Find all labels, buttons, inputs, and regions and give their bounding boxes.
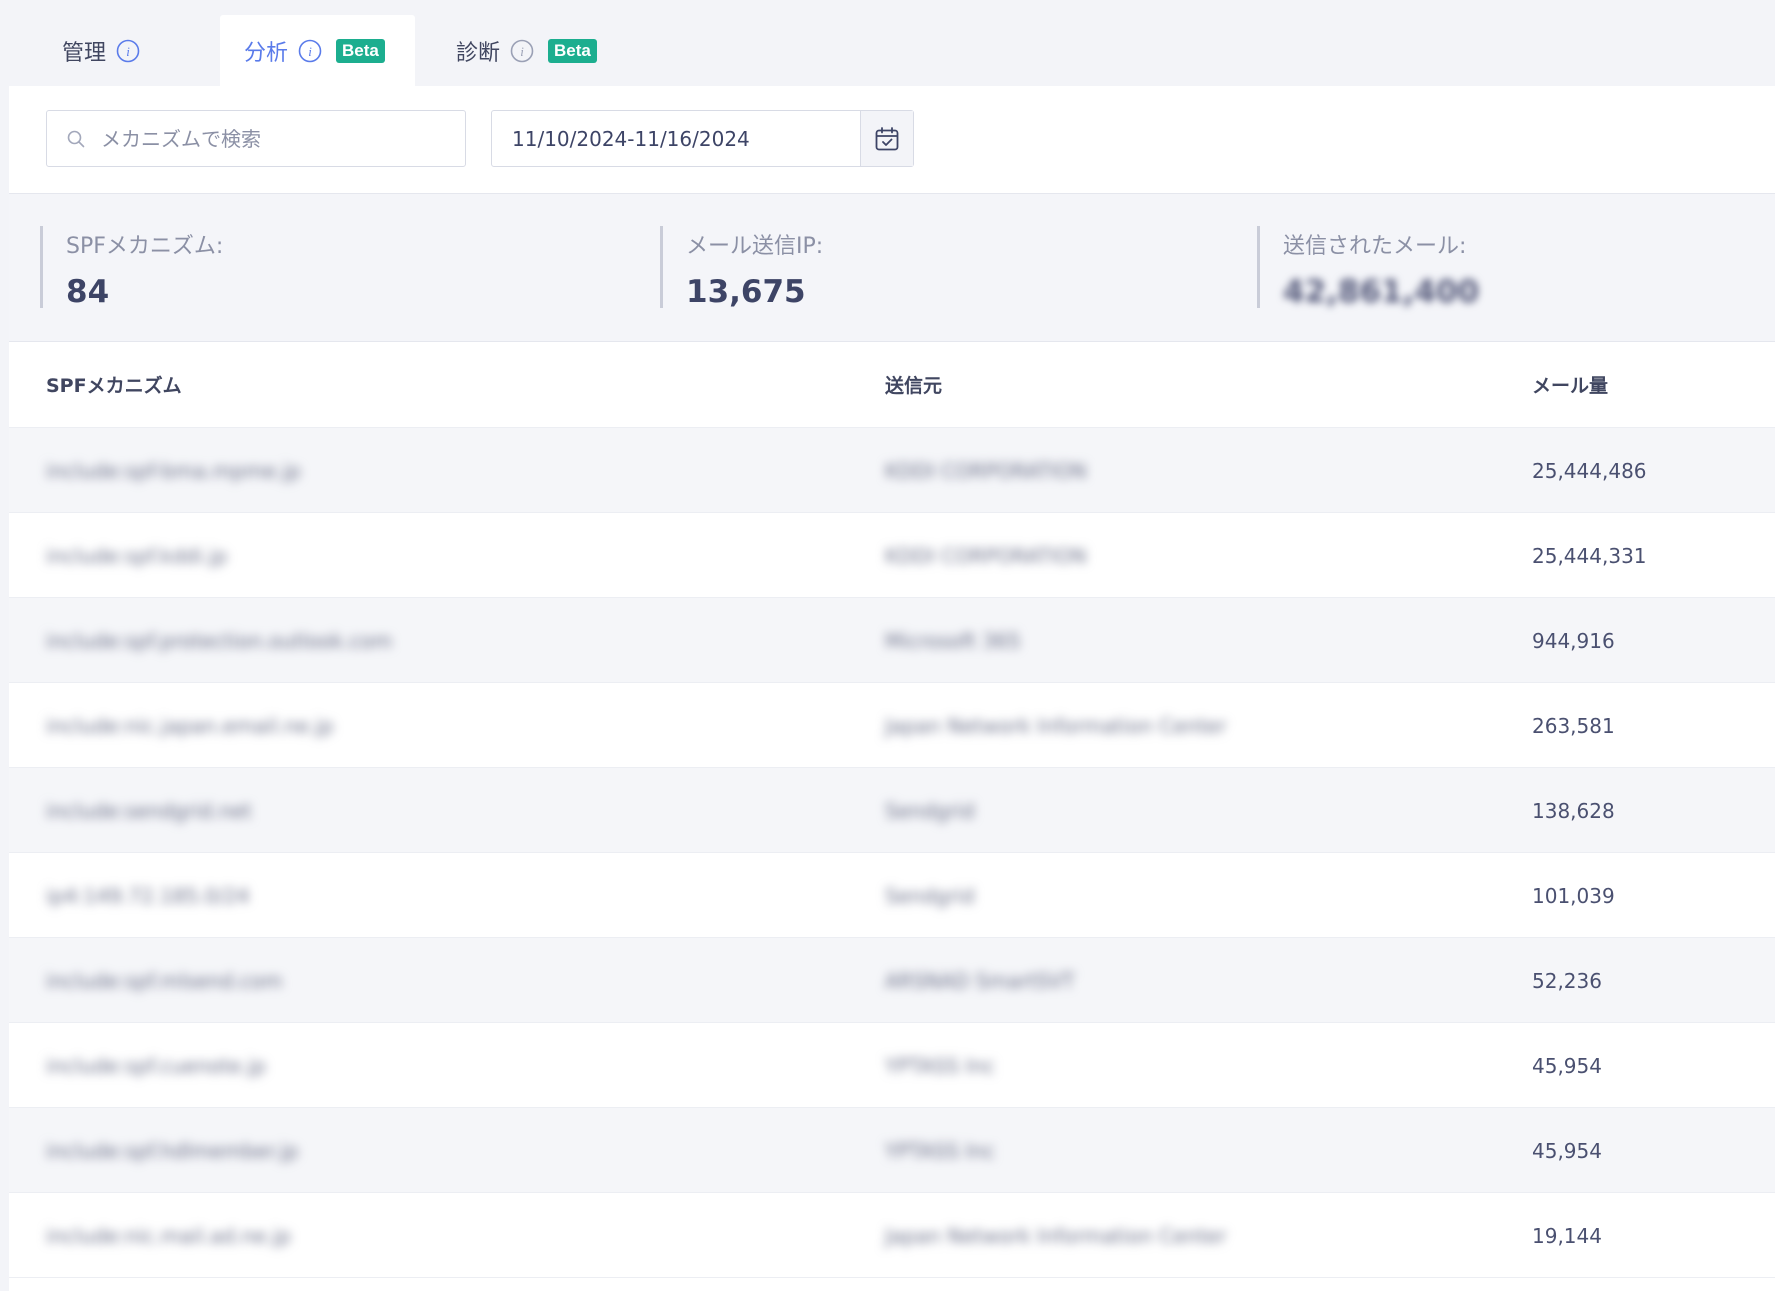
- table-row[interactable]: include:sendgrid.net Sendgrid 138,628: [9, 768, 1775, 853]
- stat-sending-ips: メール送信IP: 13,675: [660, 226, 1180, 310]
- sender-cell: Sendgrid: [885, 883, 975, 908]
- sender-cell: Japan Network Information Center: [885, 1223, 1227, 1248]
- info-icon[interactable]: i: [298, 39, 322, 63]
- sender-cell: Japan Network Information Center: [885, 713, 1227, 738]
- stat-value: 42,861,400: [1283, 274, 1480, 310]
- tab-diagnosis[interactable]: 診断 i Beta: [432, 15, 642, 86]
- mechanism-table: SPFメカニズム 送信元 メール量 include:spf-bma.mpme.j…: [9, 342, 1775, 1278]
- volume-cell: 52,236: [1532, 968, 1602, 993]
- tab-label: 管理: [62, 40, 107, 66]
- info-icon[interactable]: i: [510, 39, 534, 63]
- table-row[interactable]: ip4:149.72.185.0/24 Sendgrid 101,039: [9, 853, 1775, 938]
- mechanism-cell: include:spf.hdlmember.jp: [46, 1138, 299, 1163]
- date-range-picker[interactable]: 11/10/2024-11/16/2024: [491, 110, 914, 167]
- volume-cell: 138,628: [1532, 798, 1615, 823]
- mechanism-cell: include:spf.mlsend.com: [46, 968, 283, 993]
- summary-stats: SPFメカニズム: 84 メール送信IP: 13,675 送信されたメール: 4…: [9, 193, 1775, 342]
- table-row[interactable]: include:spf-bma.mpme.jp KDDI CORPORATION…: [9, 428, 1775, 513]
- table-row[interactable]: include:spf.hdlmember.jp YPTASS Inc 45,9…: [9, 1108, 1775, 1193]
- calendar-button[interactable]: [860, 111, 913, 166]
- stat-spf-mechanisms: SPFメカニズム: 84: [40, 226, 560, 310]
- beta-badge: Beta: [548, 38, 597, 63]
- stat-label: SPFメカニズム:: [66, 234, 224, 259]
- volume-cell: 45,954: [1532, 1053, 1602, 1078]
- table-row[interactable]: include:nic.mail.ad.ne.jp Japan Network …: [9, 1193, 1775, 1278]
- filter-bar: 11/10/2024-11/16/2024: [9, 86, 1775, 193]
- svg-text:i: i: [308, 44, 312, 59]
- analysis-panel: 11/10/2024-11/16/2024 SPFメカニズム: 84 メール送信…: [9, 86, 1775, 1291]
- mechanism-cell: include:spf.kddi.jp: [46, 543, 228, 568]
- calendar-icon: [875, 126, 899, 150]
- volume-cell: 45,954: [1532, 1138, 1602, 1163]
- mechanism-cell: include:nic.mail.ad.ne.jp: [46, 1223, 291, 1248]
- table-row[interactable]: include:spf.kddi.jp KDDI CORPORATION 25,…: [9, 513, 1775, 598]
- mechanism-cell: include:spf.cuenote.jp: [46, 1053, 266, 1078]
- table-row[interactable]: include:spf.protection.outlook.com Micro…: [9, 598, 1775, 683]
- sender-cell: Sendgrid: [885, 798, 975, 823]
- mechanism-cell: ip4:149.72.185.0/24: [46, 883, 250, 908]
- date-range-value[interactable]: 11/10/2024-11/16/2024: [492, 111, 860, 166]
- column-header-volume[interactable]: メール量: [1532, 342, 1608, 427]
- svg-text:i: i: [126, 44, 130, 59]
- info-icon[interactable]: i: [116, 39, 140, 63]
- tab-label: 分析: [244, 40, 289, 66]
- tab-bar: 管理 i 分析 i Beta 診断 i Beta: [0, 0, 1775, 86]
- sender-cell: YPTASS Inc: [885, 1053, 995, 1078]
- stat-value: 84: [66, 274, 110, 310]
- volume-cell: 944,916: [1532, 628, 1615, 653]
- stat-value: 13,675: [686, 274, 806, 310]
- tab-label: 診断: [456, 40, 501, 66]
- volume-cell: 101,039: [1532, 883, 1615, 908]
- volume-cell: 25,444,331: [1532, 543, 1647, 568]
- column-header-sender[interactable]: 送信元: [885, 342, 942, 427]
- sender-cell: KDDI CORPORATION: [885, 458, 1087, 483]
- column-header-mechanism[interactable]: SPFメカニズム: [46, 342, 182, 427]
- stat-label: 送信されたメール:: [1283, 234, 1467, 259]
- table-header: SPFメカニズム 送信元 メール量: [9, 342, 1775, 428]
- sender-cell: Microsoft 365: [885, 628, 1021, 653]
- mechanism-cell: include:spf.protection.outlook.com: [46, 628, 393, 653]
- mechanism-cell: include:sendgrid.net: [46, 798, 252, 823]
- volume-cell: 19,144: [1532, 1223, 1602, 1248]
- search-icon: [67, 130, 85, 148]
- search-field[interactable]: [46, 110, 466, 167]
- sender-cell: ARSNAD SmartSVT: [885, 968, 1075, 993]
- svg-text:i: i: [520, 44, 524, 59]
- search-input[interactable]: [99, 125, 433, 152]
- sender-cell: YPTASS Inc: [885, 1138, 995, 1163]
- beta-badge: Beta: [336, 38, 385, 63]
- mechanism-cell: include:spf-bma.mpme.jp: [46, 458, 301, 483]
- sender-cell: KDDI CORPORATION: [885, 543, 1087, 568]
- stat-label: メール送信IP:: [686, 234, 824, 259]
- mechanism-cell: include:nic.japan.email.ne.jp: [46, 713, 334, 738]
- tab-management[interactable]: 管理 i: [38, 15, 218, 86]
- tab-analysis[interactable]: 分析 i Beta: [220, 15, 415, 86]
- table-row[interactable]: include:spf.cuenote.jp YPTASS Inc 45,954: [9, 1023, 1775, 1108]
- volume-cell: 263,581: [1532, 713, 1615, 738]
- table-row[interactable]: include:nic.japan.email.ne.jp Japan Netw…: [9, 683, 1775, 768]
- table-row[interactable]: include:spf.mlsend.com ARSNAD SmartSVT 5…: [9, 938, 1775, 1023]
- volume-cell: 25,444,486: [1532, 458, 1647, 483]
- stat-sent-emails: 送信されたメール: 42,861,400: [1257, 226, 1757, 310]
